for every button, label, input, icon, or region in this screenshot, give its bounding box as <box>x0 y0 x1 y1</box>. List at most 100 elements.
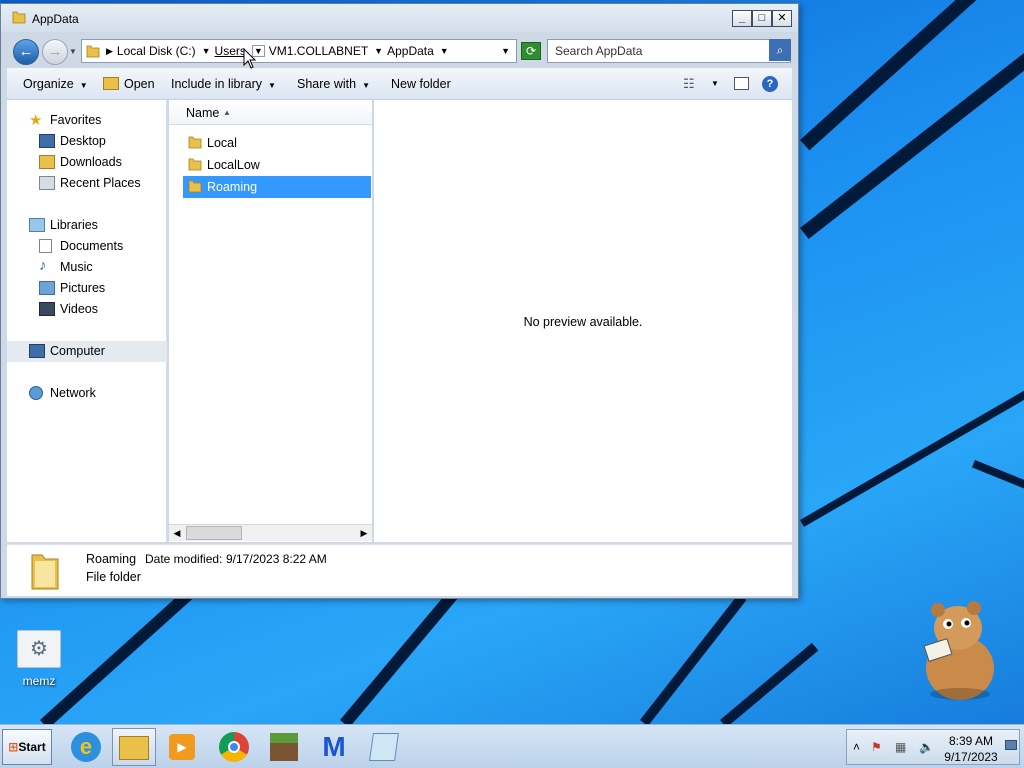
refresh-icon[interactable]: ⟳ <box>521 42 541 60</box>
sidebar-item-label: Pictures <box>60 281 106 295</box>
chevron-down-icon: ▼ <box>362 81 370 90</box>
share-with-label: Share with <box>297 77 357 91</box>
sidebar-item-videos[interactable]: Videos <box>7 299 167 320</box>
breadcrumb-appdata[interactable]: AppData <box>387 44 434 58</box>
breadcrumb-chevron-icon[interactable]: ▼ <box>202 46 211 56</box>
volume-muted-icon[interactable]: 🔈 <box>919 740 934 754</box>
back-button[interactable]: ← <box>13 39 39 65</box>
column-header-name[interactable]: Name ▲ <box>169 100 372 125</box>
sidebar-item-pictures[interactable]: Pictures <box>7 278 167 299</box>
preview-pane-icon[interactable] <box>734 77 749 90</box>
sidebar-item-music[interactable]: ♪ Music <box>7 257 167 278</box>
sidebar-item-favorites[interactable]: ★ Favorites <box>7 110 167 131</box>
details-modified-label: Date modified: <box>145 552 223 566</box>
list-item[interactable]: LocalLow <box>183 154 371 176</box>
forward-button[interactable]: → <box>42 39 68 65</box>
organize-label: Organize <box>23 77 74 91</box>
scroll-right-icon[interactable]: ▶ <box>356 526 372 540</box>
clock-time[interactable]: 8:39 AM <box>943 734 999 748</box>
address-row: ← → ▼ ▶ Local Disk (C:) ▼ Users ▼ VM1.CO… <box>1 34 798 68</box>
computer-icon <box>29 344 45 358</box>
new-folder-button[interactable]: New folder <box>391 77 451 91</box>
action-center-warning-icon[interactable]: ⚑ <box>871 740 882 754</box>
preview-pane: No preview available. <box>374 100 792 542</box>
wallpaper-line <box>640 593 747 727</box>
show-hidden-icons-icon[interactable]: ˄ <box>853 740 860 754</box>
wallpaper-line <box>720 642 819 728</box>
gear-icon: ⚙ <box>17 630 61 668</box>
breadcrumb-local-disk[interactable]: Local Disk (C:) <box>117 44 196 58</box>
downloads-icon <box>39 155 55 169</box>
close-button[interactable]: ✕ <box>772 10 792 27</box>
notepad-icon[interactable] <box>362 728 406 766</box>
sidebar-item-label: Music <box>60 260 93 274</box>
horizontal-scrollbar[interactable]: ◀ ▶ <box>169 524 372 541</box>
sidebar-item-computer[interactable]: Computer <box>7 341 167 362</box>
search-icon[interactable]: ⌕ <box>769 39 791 61</box>
column-header-label: Name <box>186 106 220 120</box>
music-icon: ♪ <box>39 257 47 274</box>
network-status-icon[interactable]: ▦ <box>895 740 906 754</box>
pictures-icon <box>39 281 55 295</box>
star-icon: ★ <box>29 112 43 129</box>
videos-icon <box>39 302 55 316</box>
sidebar-item-downloads[interactable]: Downloads <box>7 152 167 173</box>
start-label: Start <box>18 740 46 754</box>
breadcrumb-chevron-icon[interactable]: ▼ <box>440 46 449 56</box>
help-icon[interactable]: ? <box>762 76 778 92</box>
folder-icon <box>188 180 202 193</box>
sidebar-item-label: Computer <box>50 344 105 358</box>
minecraft-icon[interactable] <box>262 728 306 766</box>
sidebar-item-recent-places[interactable]: Recent Places <box>7 173 167 194</box>
hamster-mascot-icon[interactable] <box>908 598 1004 702</box>
view-options-icon[interactable]: ☷ <box>683 76 695 92</box>
preview-message: No preview available. <box>523 315 643 329</box>
scrollbar-thumb[interactable] <box>186 526 242 540</box>
breadcrumb-chevron-icon[interactable]: ▶ <box>106 46 113 57</box>
recent-pages-chevron-icon[interactable]: ▼ <box>69 47 77 56</box>
list-item[interactable]: Local <box>183 132 371 154</box>
chevron-down-icon: ▼ <box>268 81 276 90</box>
list-item-selected[interactable]: Roaming <box>183 176 371 198</box>
scroll-left-icon[interactable]: ◀ <box>169 526 185 540</box>
sidebar-item-documents[interactable]: Documents <box>7 236 167 257</box>
sidebar-item-desktop[interactable]: Desktop <box>7 131 167 152</box>
malwarebytes-icon[interactable]: M <box>312 728 356 766</box>
window-title: AppData <box>32 12 79 26</box>
address-history-chevron-icon[interactable]: ▼ <box>501 46 510 56</box>
address-bar[interactable]: ▶ Local Disk (C:) ▼ Users ▼ VM1.COLLABNE… <box>81 39 517 63</box>
show-desktop-icon[interactable] <box>1005 740 1017 750</box>
desktop-icon-memz[interactable]: ⚙ memz <box>14 630 64 688</box>
sidebar-item-network[interactable]: Network <box>7 383 167 404</box>
sidebar-item-label: Documents <box>60 239 124 253</box>
organize-button[interactable]: Organize ▼ <box>23 77 88 91</box>
title-bar[interactable]: AppData _ □ ✕ <box>1 4 798 32</box>
search-input[interactable]: Search AppData <box>547 39 791 63</box>
internet-explorer-icon[interactable]: e <box>64 728 108 766</box>
include-in-library-button[interactable]: Include in library ▼ <box>171 77 276 91</box>
taskbar: ⊞Start e ▶ M ˄ ⚑ ▦ 🔈 8:39 AM 9/17/2023 <box>0 724 1024 768</box>
start-button[interactable]: ⊞Start <box>2 729 52 765</box>
share-with-button[interactable]: Share with ▼ <box>297 77 370 91</box>
details-modified-value: 9/17/2023 8:22 AM <box>226 552 327 566</box>
open-button[interactable]: Open <box>124 77 155 91</box>
sidebar-item-libraries[interactable]: Libraries <box>7 215 167 236</box>
minimize-button[interactable]: _ <box>732 10 752 27</box>
view-chevron-down-icon[interactable]: ▼ <box>711 79 719 88</box>
chrome-icon[interactable] <box>212 728 256 766</box>
maximize-button[interactable]: □ <box>752 10 772 27</box>
network-icon <box>29 386 43 400</box>
open-icon <box>103 77 119 90</box>
file-explorer-icon[interactable] <box>112 728 156 766</box>
details-pane: Roaming Date modified: 9/17/2023 8:22 AM… <box>7 544 792 596</box>
list-item-label: Local <box>207 136 237 150</box>
breadcrumb-user[interactable]: VM1.COLLABNET <box>269 44 368 58</box>
clock-date[interactable]: 9/17/2023 <box>943 750 999 764</box>
file-list: Name ▲ Local LocalLow Roaming ◀ ▶ <box>169 100 372 542</box>
media-player-icon[interactable]: ▶ <box>160 728 204 766</box>
list-item-label: Roaming <box>207 180 258 194</box>
breadcrumb-chevron-icon[interactable]: ▼ <box>374 46 383 56</box>
details-type: File folder <box>86 570 141 584</box>
desktop-icon <box>39 134 55 148</box>
breadcrumb-users[interactable]: Users <box>215 44 246 58</box>
